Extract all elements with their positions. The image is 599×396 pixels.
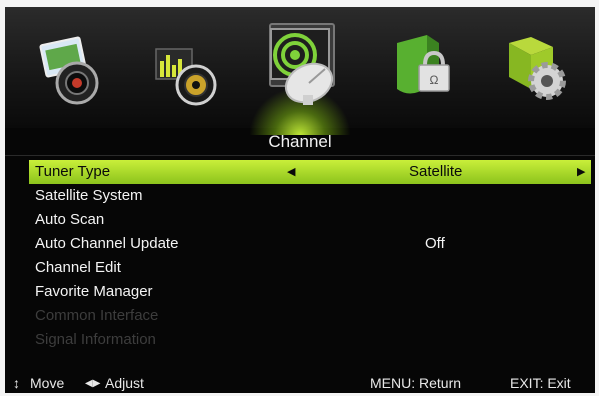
menu-item-label: Common Interface — [35, 307, 159, 324]
exit-hint: EXIT: Exit — [510, 375, 571, 391]
menu-icon-bar: Ω — [5, 7, 595, 135]
menu-item-label: Satellite System — [35, 187, 143, 204]
menu-item-label: Auto Channel Update — [35, 235, 179, 252]
menu-title: Channel — [5, 129, 595, 156]
menu-item-auto-scan[interactable]: Auto Scan — [5, 208, 595, 232]
tab-picture[interactable] — [27, 25, 117, 117]
menu-item-label: Channel Edit — [35, 259, 121, 276]
sound-icon — [155, 48, 217, 106]
menu-item-label: Signal Information — [35, 331, 156, 348]
svg-text:Ω: Ω — [430, 73, 439, 87]
adjust-hint: Adjust — [105, 375, 144, 391]
setup-icon — [509, 37, 566, 100]
up-down-arrows-icon: ↕ — [13, 375, 20, 391]
move-hint: Move — [30, 375, 65, 391]
channel-icon — [270, 28, 334, 105]
lock-icon: Ω — [397, 35, 450, 94]
tab-setup[interactable] — [491, 25, 581, 117]
menu-return-hint: MENU: Return — [370, 375, 462, 391]
tab-channel[interactable] — [249, 23, 351, 135]
menu-item-signal-information: Signal Information — [5, 328, 595, 352]
menu-item-favorite-manager[interactable]: Favorite Manager — [5, 280, 595, 304]
menu-item-common-interface: Common Interface — [5, 304, 595, 328]
menu-item-label: Auto Scan — [35, 211, 105, 228]
menu-item-tuner-type[interactable]: Tuner Type ◀ Satellite ▶ — [29, 160, 591, 184]
menu-item-label: Tuner Type — [35, 163, 111, 180]
arrow-left-icon[interactable]: ◀ — [287, 160, 295, 184]
menu-item-satellite-system[interactable]: Satellite System — [5, 184, 595, 208]
channel-menu-list: Tuner Type ◀ Satellite ▶ Satellite Syste… — [5, 160, 595, 352]
picture-icon — [39, 36, 99, 105]
tv-menu: Ω Channel Tuner Type ◀ Satellite ▶ Satel… — [5, 7, 595, 393]
menu-item-channel-edit[interactable]: Channel Edit — [5, 256, 595, 280]
tab-lock[interactable]: Ω — [377, 25, 467, 117]
arrow-right-icon[interactable]: ▶ — [577, 160, 585, 184]
menu-item-value: Satellite — [409, 163, 463, 180]
tab-sound[interactable] — [142, 25, 232, 117]
left-right-arrows-icon: ◀▶ — [85, 378, 101, 389]
menu-item-auto-channel-update[interactable]: Auto Channel Update Off — [5, 232, 595, 256]
menu-item-label: Favorite Manager — [35, 283, 153, 300]
footer-hints: ↕ Move ◀▶ Adjust MENU: Return EXIT: Exit — [5, 373, 595, 393]
menu-item-value: Off — [425, 235, 445, 252]
